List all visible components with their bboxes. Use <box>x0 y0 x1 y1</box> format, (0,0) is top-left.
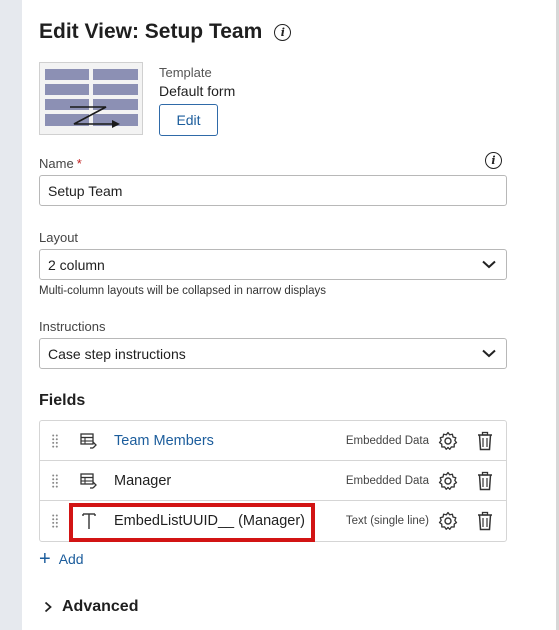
template-info: Template Default form <box>159 65 235 99</box>
field-type-label: Embedded Data <box>345 434 429 447</box>
field-row[interactable]: Manager Embedded Data <box>40 461 506 501</box>
drag-handle-icon[interactable] <box>52 474 58 488</box>
chevron-down-icon <box>482 258 496 272</box>
drag-handle-icon[interactable] <box>52 434 58 448</box>
name-input[interactable]: Setup Team <box>39 175 507 206</box>
trash-icon[interactable] <box>476 471 494 491</box>
embedded-data-icon <box>80 473 97 489</box>
plus-icon: + <box>39 548 51 570</box>
advanced-section-toggle[interactable]: Advanced <box>44 598 138 616</box>
gear-icon[interactable] <box>438 471 458 491</box>
layout-select[interactable]: 2 column <box>39 249 507 280</box>
gear-icon[interactable] <box>438 431 458 451</box>
chevron-right-icon <box>44 601 52 613</box>
field-type-label: Text (single line) <box>345 515 429 527</box>
field-row[interactable]: Team Members Embedded Data <box>40 421 506 461</box>
instructions-select[interactable]: Case step instructions <box>39 338 507 369</box>
chevron-down-icon <box>482 347 496 361</box>
field-type-label: Embedded Data <box>345 474 429 487</box>
info-icon[interactable]: i <box>274 23 292 41</box>
fields-section-title: Fields <box>39 392 86 409</box>
instructions-label: Instructions <box>39 319 106 334</box>
name-info-icon[interactable]: i <box>485 152 502 169</box>
layout-hint: Multi-column layouts will be collapsed i… <box>39 285 326 297</box>
trash-icon[interactable] <box>476 511 494 531</box>
page-title: Edit View: Setup Team <box>39 20 263 43</box>
layout-select-value: 2 column <box>48 256 105 273</box>
header: Edit View: Setup Team i <box>39 20 292 44</box>
name-label: Name * <box>39 156 82 171</box>
name-input-value: Setup Team <box>48 182 123 199</box>
name-label-text: Name <box>39 156 74 171</box>
add-label: Add <box>58 551 84 567</box>
embedded-data-icon <box>80 433 97 449</box>
layout-label: Layout <box>39 230 79 245</box>
required-marker: * <box>76 156 82 171</box>
add-field-button[interactable]: + Add <box>39 549 84 569</box>
advanced-label: Advanced <box>62 598 139 615</box>
template-label: Template <box>159 65 212 80</box>
template-preview-image <box>45 69 138 128</box>
highlight-box <box>69 503 315 542</box>
drag-handle-icon[interactable] <box>52 514 58 528</box>
instructions-select-value: Case step instructions <box>48 345 186 362</box>
template-value: Default form <box>159 83 236 99</box>
trash-icon[interactable] <box>476 431 494 451</box>
field-name[interactable]: Team Members <box>114 433 214 449</box>
edit-template-button[interactable]: Edit <box>159 104 218 136</box>
gear-icon[interactable] <box>438 511 458 531</box>
edit-view-panel: Edit View: Setup Team i Template Default… <box>22 0 556 630</box>
left-gutter <box>0 0 22 630</box>
field-name[interactable]: Manager <box>114 473 171 489</box>
template-thumbnail <box>39 62 143 135</box>
